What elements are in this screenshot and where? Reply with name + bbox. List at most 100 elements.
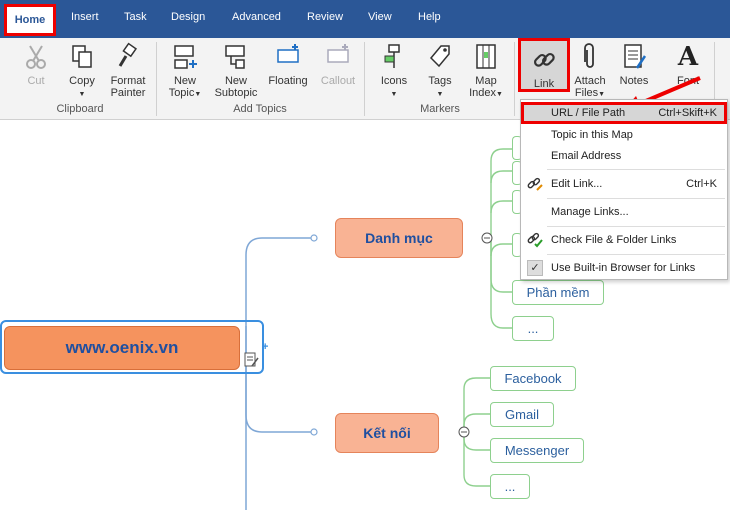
subtopic-label: Messenger	[504, 443, 570, 458]
menu-item-topic-in-map[interactable]: Topic in this Map	[521, 124, 727, 146]
copy-button[interactable]: Copy ▼	[62, 42, 102, 101]
subtopic-label: Gmail	[505, 407, 539, 422]
menu-item-edit-link[interactable]: Edit Link... Ctrl+K	[521, 173, 727, 195]
attach-label-2: Files	[574, 87, 599, 99]
new-subtopic-label-2: Subtopic	[214, 87, 258, 99]
link-label: Link	[533, 78, 555, 90]
group-label-clipboard: Clipboard	[56, 103, 104, 115]
ribbon-divider	[514, 42, 515, 116]
paperclip-icon	[584, 43, 594, 68]
icons-icon	[384, 44, 400, 68]
group-label-markers: Markers	[420, 103, 460, 115]
checkmark-icon: ✓	[527, 260, 543, 276]
ribbon-divider	[364, 42, 365, 116]
floating-topic-icon	[277, 44, 299, 63]
new-topic-button[interactable]: New Topic▼	[164, 42, 206, 101]
subtopic-label: Phần mềm	[526, 285, 590, 300]
map-index-icon	[476, 44, 496, 69]
menu-item-label: Use Built-in Browser for Links	[551, 262, 696, 274]
group-label-add-topics: Add Topics	[233, 103, 287, 115]
tab-home[interactable]: Home	[4, 4, 56, 36]
map-index-button[interactable]: Map Index▼	[466, 42, 506, 101]
subtopic[interactable]: Facebook	[490, 366, 576, 391]
menu-item-url-file-path[interactable]: URL / File Path Ctrl+Skift+K	[521, 102, 727, 124]
format-painter-button[interactable]: Format Painter	[106, 42, 150, 99]
new-topic-label-2: Topic	[168, 87, 195, 99]
menu-item-label: Manage Links...	[551, 206, 629, 218]
new-subtopic-button[interactable]: New Subtopic	[212, 42, 260, 99]
chevron-down-icon: ▼	[390, 91, 398, 98]
link-dropdown-menu: URL / File Path Ctrl+Skift+K Topic in th…	[520, 99, 728, 280]
map-index-label-2: Index	[469, 87, 496, 99]
menu-divider	[547, 254, 725, 255]
tags-button[interactable]: Tags ▼	[420, 42, 460, 101]
icons-label: Icons	[380, 75, 408, 87]
subtopic[interactable]: Gmail	[490, 402, 554, 427]
tab-help[interactable]: Help	[418, 11, 441, 23]
new-subtopic-label-1: New	[224, 75, 247, 87]
subtopic-label: ...	[527, 321, 539, 336]
floating-topic-button[interactable]: Floating	[266, 42, 310, 87]
chain-link-icon	[533, 52, 555, 67]
menu-item-label: Check File & Folder Links	[551, 234, 677, 246]
menu-item-label: Edit Link...	[551, 178, 603, 190]
map-index-label-1: Map	[475, 75, 497, 87]
menu-divider	[547, 198, 725, 199]
font-letter-icon: A	[677, 42, 699, 72]
menu-item-check-links[interactable]: Check File & Folder Links	[521, 229, 727, 251]
callout-label: Callout	[320, 75, 356, 87]
main-topic[interactable]: Danh mục	[335, 218, 463, 258]
menu-item-manage-links[interactable]: Manage Links...	[521, 201, 727, 223]
tab-advanced[interactable]: Advanced	[232, 11, 281, 23]
tab-insert[interactable]: Insert	[71, 11, 99, 23]
central-topic[interactable]: www.oenix.vn	[4, 326, 240, 370]
tab-design[interactable]: Design	[171, 11, 205, 23]
tab-view[interactable]: View	[368, 11, 392, 23]
new-subtopic-icon	[225, 45, 245, 69]
copy-label: Copy	[69, 75, 95, 87]
central-topic-label: www.oenix.vn	[65, 338, 179, 357]
subtopic-label: Facebook	[504, 371, 562, 386]
menu-item-builtin-browser[interactable]: ✓ Use Built-in Browser for Links	[521, 257, 727, 279]
chevron-down-icon: ▼	[436, 91, 444, 98]
menu-divider	[547, 226, 725, 227]
paintbrush-icon	[118, 42, 138, 67]
menu-item-label: URL / File Path	[551, 107, 626, 119]
main-topic[interactable]: Kết nối	[335, 413, 439, 453]
cut-button[interactable]: Cut	[14, 42, 58, 87]
floating-label: Floating	[268, 75, 308, 87]
menu-item-label: Email Address	[551, 150, 622, 162]
chevron-down-icon: ▼	[78, 91, 86, 98]
main-topic-label: Kết nối	[363, 425, 411, 441]
note-indicator-icon[interactable]	[244, 352, 260, 368]
notes-icon	[624, 44, 647, 69]
tag-icon	[429, 45, 450, 68]
subtopic[interactable]: Messenger	[490, 438, 584, 463]
subtopic[interactable]: Phần mềm	[512, 280, 604, 305]
ribbon-divider	[156, 42, 157, 116]
subtopic[interactable]: ...	[512, 316, 554, 341]
expand-plus-icon[interactable]: +	[262, 342, 271, 353]
callout-button[interactable]: Callout	[316, 42, 360, 87]
subtopic[interactable]: ...	[490, 474, 530, 499]
tags-label: Tags	[428, 75, 452, 87]
menu-divider	[547, 169, 725, 170]
copy-icon	[72, 45, 92, 68]
cut-label: Cut	[27, 75, 45, 87]
format-painter-label-2: Painter	[110, 87, 146, 99]
scissors-icon	[26, 45, 46, 69]
ribbon-tab-bar: Home Insert Task Design Advanced Review …	[0, 0, 730, 38]
menu-item-label: Topic in this Map	[551, 129, 633, 141]
menu-item-shortcut: Ctrl+Skift+K	[658, 107, 717, 119]
new-topic-icon	[174, 45, 197, 69]
chevron-down-icon: ▼	[495, 91, 503, 98]
menu-item-shortcut: Ctrl+K	[686, 178, 717, 190]
tab-review[interactable]: Review	[307, 11, 343, 23]
subtopic-label: ...	[504, 479, 516, 494]
link-button[interactable]: Link	[518, 38, 570, 92]
menu-item-email-address[interactable]: Email Address	[521, 145, 727, 167]
edit-link-icon	[527, 177, 543, 191]
icons-button[interactable]: Icons ▼	[374, 42, 414, 101]
callout-icon	[327, 44, 349, 63]
tab-task[interactable]: Task	[124, 11, 147, 23]
